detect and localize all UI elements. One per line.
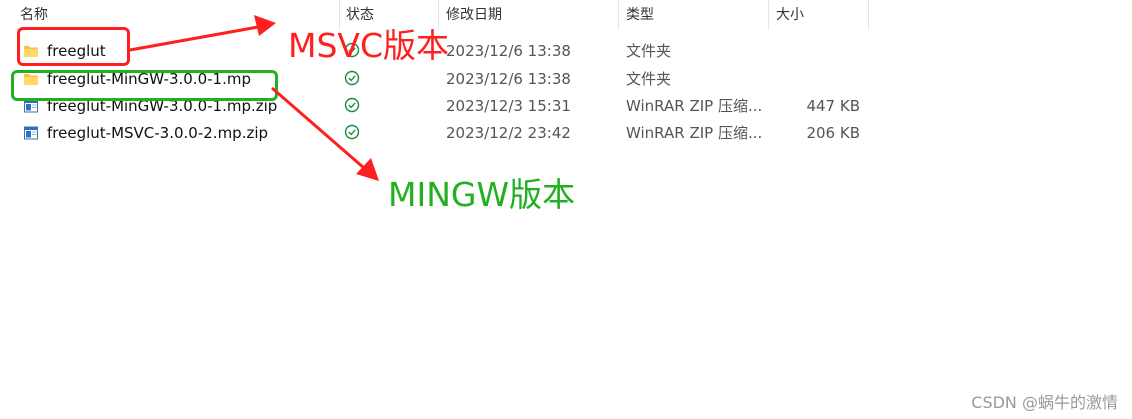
mingw-label: MINGW版本	[388, 175, 576, 214]
arrow-to-msvc	[129, 15, 276, 52]
watermark: CSDN @蜗牛的激情	[971, 393, 1118, 412]
arrow-to-mingw	[271, 86, 379, 181]
msvc-label: MSVC版本	[288, 26, 450, 65]
